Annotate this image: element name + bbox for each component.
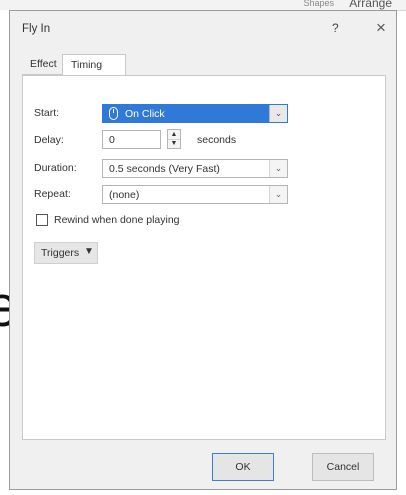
delay-label: Delay: xyxy=(34,134,64,146)
start-value: On Click xyxy=(125,108,165,120)
ok-button[interactable]: OK xyxy=(212,453,274,481)
delay-unit-label: seconds xyxy=(197,134,237,146)
close-button[interactable]: × xyxy=(376,18,386,38)
delay-input[interactable]: 0 xyxy=(102,130,161,149)
spin-down-icon[interactable]: ▼ xyxy=(168,139,180,148)
duration-value: 0.5 seconds (Very Fast) xyxy=(109,163,220,175)
rewind-checkbox[interactable] xyxy=(36,214,48,226)
mouse-icon xyxy=(109,107,118,120)
double-chevron-down-icon: ▼ xyxy=(84,246,94,257)
triggers-label: Triggers xyxy=(41,247,80,259)
start-label: Start: xyxy=(34,107,60,119)
repeat-select[interactable]: (none) ⌄ xyxy=(102,185,288,204)
tab-timing[interactable]: Timing xyxy=(62,54,126,76)
chevron-down-icon[interactable]: ⌄ xyxy=(269,105,287,122)
repeat-value: (none) xyxy=(109,189,140,201)
rewind-label[interactable]: Rewind when done playing xyxy=(54,214,180,226)
background-slide-edge: e xyxy=(0,10,18,495)
timing-panel: Start: On Click ⌄ Delay: 0 ▲ ▼ seconds D… xyxy=(22,75,386,440)
fly-in-dialog: Fly In ? × Effect Timing Start: On Click… xyxy=(9,10,397,490)
delay-spinner[interactable]: ▲ ▼ xyxy=(167,129,181,149)
duration-select[interactable]: 0.5 seconds (Very Fast) ⌄ xyxy=(102,159,288,178)
cancel-button[interactable]: Cancel xyxy=(312,453,374,481)
help-button[interactable]: ? xyxy=(332,21,339,35)
start-select[interactable]: On Click ⌄ xyxy=(102,104,288,123)
chevron-down-icon[interactable]: ⌄ xyxy=(269,186,287,203)
triggers-button[interactable]: Triggers ▼ xyxy=(34,242,98,264)
tab-effect[interactable]: Effect xyxy=(22,54,62,75)
ribbon-arrange-label: Arrange xyxy=(349,0,392,10)
repeat-label: Repeat: xyxy=(34,188,71,200)
ribbon-shapes-label: Shapes xyxy=(303,0,334,8)
chevron-down-icon[interactable]: ⌄ xyxy=(269,160,287,177)
duration-label: Duration: xyxy=(34,162,77,174)
dialog-title: Fly In xyxy=(22,23,51,35)
dialog-titlebar: Fly In ? × xyxy=(10,11,396,45)
delay-value: 0 xyxy=(109,134,115,146)
